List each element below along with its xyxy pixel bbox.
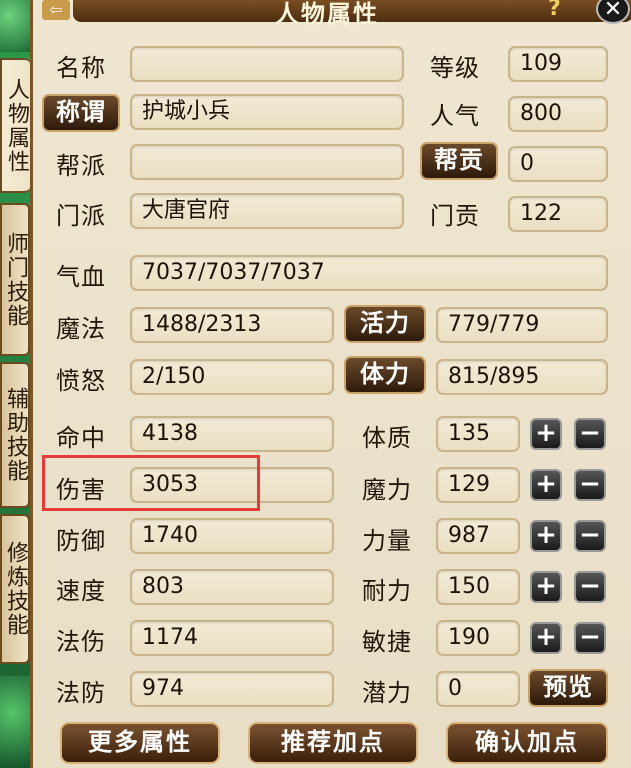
rage-field: 2/150 <box>130 359 334 395</box>
combat-value: 4138 <box>130 416 334 452</box>
combat-value: 803 <box>130 569 334 605</box>
sect-contribution-field: 122 <box>508 196 608 232</box>
combat-value: 1174 <box>130 620 334 656</box>
combat-value: 974 <box>130 671 334 707</box>
jade-ornament-top <box>0 0 32 52</box>
attribute-value: 987 <box>436 518 520 554</box>
minus-icon[interactable]: − <box>574 469 606 501</box>
title-button[interactable]: 称谓 <box>42 94 120 132</box>
combat-label: 速度 <box>56 577 106 605</box>
attribute-value: 190 <box>436 620 520 656</box>
plus-icon[interactable]: + <box>530 520 562 552</box>
side-tab-character[interactable]: 人物属性 <box>0 58 30 193</box>
guild-label: 帮派 <box>56 152 106 180</box>
combat-label: 防御 <box>56 527 106 555</box>
guild-field <box>130 144 404 180</box>
popularity-field: 800 <box>508 96 608 132</box>
damage-highlight-box <box>42 455 260 511</box>
stamina-button[interactable]: 体力 <box>344 356 426 394</box>
rage-label: 愤怒 <box>56 367 106 395</box>
minus-icon[interactable]: − <box>574 571 606 603</box>
side-tab-cultivation-skills[interactable]: 修炼技能 <box>0 514 30 664</box>
combat-label: 命中 <box>56 424 106 452</box>
plus-icon[interactable]: + <box>530 418 562 450</box>
minus-icon[interactable]: − <box>574 418 606 450</box>
confirm-points-button[interactable]: 确认加点 <box>446 722 608 764</box>
side-tab-support-skills[interactable]: 辅助技能 <box>0 362 30 508</box>
jade-ornament-bottom <box>0 676 30 768</box>
attribute-label: 体质 <box>362 424 412 452</box>
attribute-value: 135 <box>436 416 520 452</box>
attribute-label: 敏捷 <box>362 628 412 656</box>
potential-label: 潜力 <box>362 679 412 707</box>
preview-button[interactable]: 预览 <box>528 669 608 707</box>
minus-icon[interactable]: − <box>574 622 606 654</box>
attribute-label: 耐力 <box>362 577 412 605</box>
combat-label: 法防 <box>56 679 106 707</box>
potential-value: 0 <box>436 671 520 707</box>
sect-contribution-label: 门贡 <box>430 202 480 230</box>
vitality-button[interactable]: 活力 <box>344 305 426 343</box>
more-attributes-button[interactable]: 更多属性 <box>60 722 220 764</box>
name-label: 名称 <box>56 54 106 82</box>
attribute-label: 力量 <box>362 527 412 555</box>
guild-contribution-button[interactable]: 帮贡 <box>420 142 498 180</box>
plus-icon[interactable]: + <box>530 469 562 501</box>
popularity-label: 人气 <box>430 102 480 130</box>
side-tab-school-skills[interactable]: 师门技能 <box>0 203 30 356</box>
attribute-label: 魔力 <box>362 476 412 504</box>
guild-contribution-field: 0 <box>508 146 608 182</box>
recommend-points-button[interactable]: 推荐加点 <box>248 722 418 764</box>
hp-label: 气血 <box>56 263 106 291</box>
level-field: 109 <box>508 46 608 82</box>
level-label: 等级 <box>430 54 480 82</box>
stamina-field: 815/895 <box>436 359 608 395</box>
title-field: 护城小兵 <box>130 94 404 130</box>
help-icon[interactable]: ? <box>548 0 561 21</box>
hp-field: 7037/7037/7037 <box>130 255 608 291</box>
sect-label: 门派 <box>56 202 106 230</box>
window-title: 人物属性 <box>275 0 379 28</box>
back-icon[interactable]: ⇦ <box>42 0 70 20</box>
minus-icon[interactable]: − <box>574 520 606 552</box>
plus-icon[interactable]: + <box>530 622 562 654</box>
attribute-value: 150 <box>436 569 520 605</box>
vitality-field: 779/779 <box>436 307 608 343</box>
mp-field: 1488/2313 <box>130 307 334 343</box>
name-field <box>130 46 404 82</box>
combat-label: 法伤 <box>56 628 106 656</box>
attribute-value: 129 <box>436 467 520 503</box>
plus-icon[interactable]: + <box>530 571 562 603</box>
sect-field: 大唐官府 <box>130 193 404 229</box>
mp-label: 魔法 <box>56 315 106 343</box>
combat-value: 1740 <box>130 518 334 554</box>
